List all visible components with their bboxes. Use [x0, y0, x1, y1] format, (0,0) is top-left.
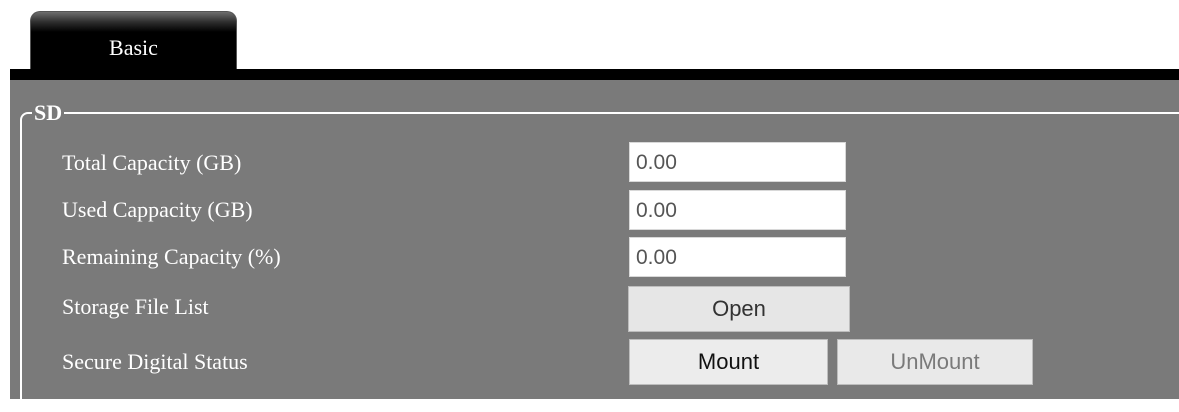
tab-basic-label: Basic — [109, 35, 158, 60]
remaining-capacity-label: Remaining Capacity (%) — [62, 244, 281, 269]
storage-file-list-label: Storage File List — [62, 294, 209, 319]
tab-bar — [10, 69, 1179, 80]
mount-button[interactable]: Mount — [629, 339, 828, 385]
unmount-button[interactable]: UnMount — [837, 339, 1033, 385]
secure-digital-status-label: Secure Digital Status — [62, 349, 248, 374]
used-capacity-label: Used Cappacity (GB) — [62, 197, 253, 222]
total-capacity-field[interactable]: 0.00 — [629, 142, 846, 182]
tab-basic[interactable]: Basic — [30, 11, 237, 69]
remaining-capacity-field[interactable]: 0.00 — [629, 237, 846, 277]
total-capacity-label: Total Capacity (GB) — [62, 150, 242, 175]
used-capacity-field[interactable]: 0.00 — [629, 190, 846, 230]
sd-section-title: SD — [34, 100, 63, 125]
open-button[interactable]: Open — [628, 286, 850, 332]
